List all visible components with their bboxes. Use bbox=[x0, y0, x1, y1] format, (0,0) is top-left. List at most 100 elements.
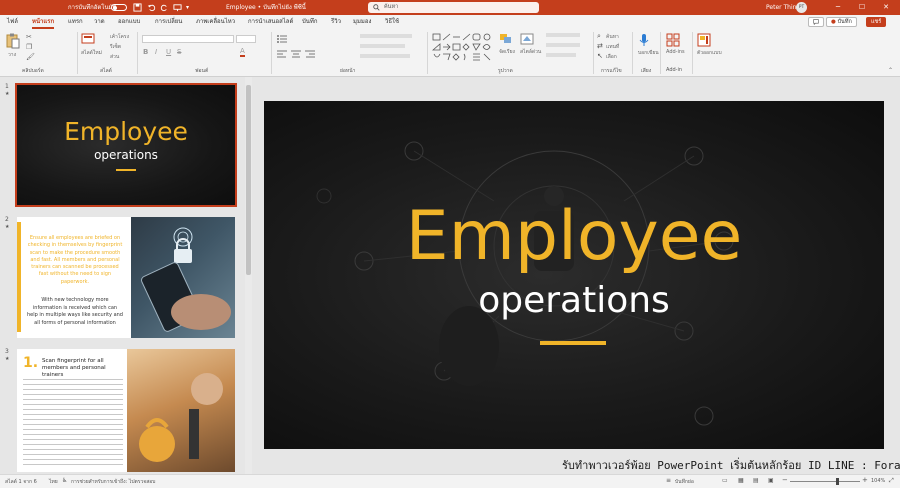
layout-button[interactable]: เค้าโครง bbox=[110, 33, 129, 41]
ribbon-separator bbox=[77, 32, 78, 74]
record-button-label: บันทึก bbox=[837, 19, 852, 25]
arrange-button[interactable]: จัดเรียง bbox=[499, 33, 515, 63]
close-button[interactable]: ✕ bbox=[876, 0, 896, 15]
shapes-gallery[interactable] bbox=[432, 33, 494, 61]
font-size-select[interactable] bbox=[236, 35, 256, 43]
autosave-toggle[interactable] bbox=[111, 4, 127, 11]
align-right-icon[interactable] bbox=[305, 50, 315, 58]
bold-icon[interactable]: B bbox=[143, 48, 148, 56]
cut-icon[interactable]: ✂ bbox=[26, 33, 32, 41]
collapse-ribbon-icon[interactable]: ⌃ bbox=[888, 67, 893, 74]
slide-thumbnail-2[interactable]: Ensure all employees are briefed on chec… bbox=[17, 217, 235, 338]
addins-button[interactable]: Add-ins bbox=[666, 33, 688, 63]
kettlebell-icon bbox=[139, 373, 223, 462]
find-button[interactable]: ค้นหา bbox=[606, 33, 619, 41]
paragraph-group-label: ย่อหน้า bbox=[340, 68, 356, 74]
align-text-option[interactable] bbox=[360, 44, 405, 48]
search-input[interactable]: ค้นหา bbox=[368, 2, 539, 13]
language-indicator[interactable]: ไทย bbox=[49, 478, 58, 486]
tab-insert[interactable]: แทรก bbox=[68, 15, 83, 29]
slide-2-image bbox=[131, 217, 235, 338]
minimize-button[interactable]: ─ bbox=[828, 0, 848, 15]
align-left-icon[interactable] bbox=[277, 50, 287, 58]
text-direction-option[interactable] bbox=[360, 34, 412, 38]
zoom-slider[interactable] bbox=[790, 481, 860, 482]
strikethrough-icon[interactable]: S bbox=[177, 48, 181, 56]
slide-2-para2: With new technology more information is … bbox=[27, 297, 123, 326]
zoom-in-icon[interactable]: + bbox=[862, 476, 868, 484]
reset-button[interactable]: รีเซ็ต bbox=[110, 43, 121, 51]
tab-design[interactable]: ออกแบบ bbox=[118, 15, 140, 29]
underline-icon[interactable]: U bbox=[166, 48, 171, 56]
main-slide-underline bbox=[540, 341, 606, 345]
slide-sorter-icon[interactable]: ▦ bbox=[738, 477, 744, 484]
share-button[interactable]: แชร์ bbox=[866, 17, 887, 27]
maximize-button[interactable]: ☐ bbox=[852, 0, 872, 15]
paste-button[interactable]: วาง bbox=[6, 33, 22, 63]
tab-view[interactable]: มุมมอง bbox=[353, 15, 371, 29]
tab-draw[interactable]: วาด bbox=[94, 15, 105, 29]
document-title[interactable]: Employee • บันทึกไปยัง พีซีนี้ bbox=[226, 0, 306, 15]
slide-3-heading: Scan fingerprint for all members and per… bbox=[42, 358, 106, 378]
format-painter-icon[interactable]: 🖌 bbox=[26, 53, 35, 61]
shape-fill-icon[interactable] bbox=[546, 33, 580, 37]
notes-button[interactable]: บันทึกย่อ bbox=[675, 478, 694, 486]
slide-thumbnail-1[interactable]: Employee operations bbox=[15, 83, 237, 207]
undo-icon[interactable] bbox=[147, 0, 156, 15]
align-center-icon[interactable] bbox=[291, 50, 301, 58]
present-icon[interactable] bbox=[173, 0, 182, 15]
slide-thumbnail-3[interactable]: 1. Scan fingerprint for all members and … bbox=[17, 349, 235, 472]
shape-outline-icon[interactable] bbox=[546, 43, 580, 47]
tab-animations[interactable]: ภาพเคลื่อนไหว bbox=[196, 15, 235, 29]
thumbnail-scrollbar-thumb[interactable] bbox=[246, 85, 251, 275]
find-icon[interactable]: ⌕ bbox=[597, 32, 601, 41]
fit-to-window-icon[interactable]: ⤢ bbox=[889, 477, 894, 485]
normal-view-icon[interactable]: ▭ bbox=[722, 477, 728, 484]
record-button[interactable]: ● บันทึก bbox=[826, 17, 857, 27]
redo-icon[interactable] bbox=[160, 0, 169, 15]
zoom-slider-thumb[interactable] bbox=[836, 478, 839, 485]
new-slide-button[interactable]: สไลด์ใหม่ bbox=[81, 33, 102, 63]
customize-quick-access-icon[interactable]: ▾ bbox=[186, 0, 189, 15]
comments-button[interactable] bbox=[808, 17, 824, 27]
ribbon-separator bbox=[692, 32, 693, 74]
quick-styles-button[interactable]: สไตล์ด่วน bbox=[520, 33, 541, 63]
tab-record[interactable]: บันทึก bbox=[302, 15, 318, 29]
designer-icon bbox=[697, 33, 711, 47]
main-slide-subtitle[interactable]: operations bbox=[264, 279, 884, 323]
select-button[interactable]: เลือก bbox=[606, 53, 617, 61]
accessibility-icon[interactable]: ♿ bbox=[62, 477, 67, 484]
main-slide-canvas[interactable]: Employee operations bbox=[264, 101, 884, 449]
thumbnail-scrollbar[interactable] bbox=[245, 77, 252, 474]
shape-effects-icon[interactable] bbox=[546, 53, 576, 57]
accessibility-status[interactable]: การช่วยสำหรับการเข้าถึง: ไปตรวจสอบ bbox=[71, 478, 155, 486]
tab-transitions[interactable]: การเปลี่ยน bbox=[155, 15, 182, 29]
font-color-icon[interactable]: A bbox=[240, 48, 245, 57]
save-icon[interactable] bbox=[133, 0, 142, 15]
bullets-icon[interactable] bbox=[277, 35, 287, 43]
section-button[interactable]: ส่วน bbox=[110, 53, 119, 61]
watermark-text: รับทำพาวเวอร์พ้อย PowerPoint เริ่มต้นหลั… bbox=[562, 459, 900, 472]
replace-button[interactable]: แทนที่ bbox=[606, 43, 619, 51]
avatar[interactable]: PT bbox=[796, 2, 807, 13]
designer-button[interactable]: ตัวออกแบบ bbox=[697, 33, 722, 63]
tab-slideshow[interactable]: การนำเสนอสไลด์ bbox=[248, 15, 293, 29]
notes-icon[interactable]: ≡ bbox=[666, 477, 671, 484]
zoom-out-icon[interactable]: − bbox=[782, 476, 788, 484]
dictate-button[interactable]: บอกเขียน bbox=[637, 33, 659, 63]
italic-icon[interactable]: I bbox=[155, 48, 157, 56]
tab-review[interactable]: รีวิว bbox=[331, 15, 341, 29]
slideshow-icon[interactable]: ▣ bbox=[768, 477, 774, 484]
font-name-select[interactable] bbox=[142, 35, 234, 43]
tab-help[interactable]: วิธีใช้ bbox=[385, 15, 399, 29]
zoom-level[interactable]: 104% bbox=[871, 478, 885, 484]
autosave-label: การบันทึกอัตโนมัติ bbox=[68, 4, 117, 11]
tab-home[interactable]: หน้าแรก bbox=[32, 15, 55, 29]
main-slide-title[interactable]: Employee bbox=[264, 197, 884, 277]
reading-view-icon[interactable]: ▤ bbox=[753, 477, 759, 484]
copy-icon[interactable]: ❐ bbox=[26, 43, 32, 51]
select-icon[interactable]: ↖ bbox=[597, 52, 603, 60]
replace-icon[interactable]: ⇄ bbox=[597, 42, 603, 50]
tab-file[interactable]: ไฟล์ bbox=[7, 15, 18, 29]
convert-smartart-option[interactable] bbox=[360, 54, 410, 58]
